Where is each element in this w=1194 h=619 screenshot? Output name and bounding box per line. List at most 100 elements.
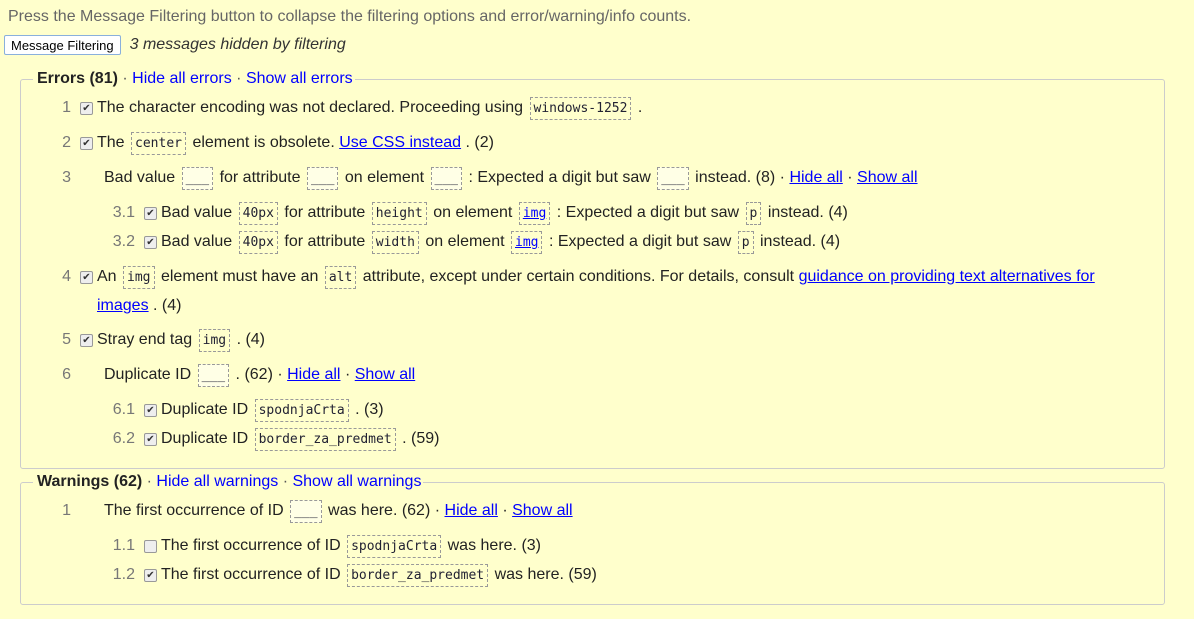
message-link[interactable]: Use CSS instead	[339, 134, 461, 151]
message-row: 1 ✔ The character encoding was not declare…	[21, 94, 1164, 123]
message-text: The first occurrence of ID	[104, 502, 284, 519]
message-text: . (4)	[236, 331, 266, 348]
message-number: 6.1	[112, 401, 135, 418]
element-link[interactable]: img	[523, 206, 546, 221]
placeholder-token: ___	[181, 167, 214, 190]
message-number: 1	[62, 502, 71, 519]
message-row: 1.1 The first occurrence of ID spodnjaCrt…	[21, 532, 1164, 561]
message-text: ·	[847, 169, 853, 186]
message-text: .	[637, 99, 643, 116]
placeholder-token: ___	[197, 364, 230, 387]
message-text: for attribute	[284, 204, 366, 221]
message-link[interactable]: Show all	[512, 502, 572, 519]
message-content: The first occurrence of ID border_za_pre…	[161, 561, 1164, 590]
code-token: border_za_predmet	[347, 564, 489, 587]
message-text: Bad value	[161, 204, 233, 221]
checkbox[interactable]: ✔	[144, 404, 157, 417]
message-text: Duplicate ID	[161, 401, 249, 418]
message-content: The first occurrence of ID ___ was here.…	[104, 497, 1164, 526]
message-text: on element	[433, 204, 513, 221]
message-text: Bad value	[161, 233, 233, 250]
message-content: Duplicate ID spodnjaCrta . (3)	[161, 396, 1164, 425]
message-link[interactable]: Hide all	[445, 502, 498, 519]
message-filtering-button[interactable]: Message Filtering	[4, 35, 121, 55]
show-all-errors-link[interactable]: Show all errors	[246, 70, 353, 87]
message-number: 5	[62, 331, 71, 348]
checkbox-spacer	[71, 497, 104, 526]
message-content: Stray end tag img . (4)	[97, 326, 1164, 355]
separator: ·	[117, 70, 133, 87]
message-text: instead. (8) ·	[695, 169, 785, 186]
message-number: 4	[62, 268, 71, 285]
checkbox[interactable]: ✔	[144, 433, 157, 446]
checkbox[interactable]: ✔	[144, 207, 157, 220]
code-token: p	[737, 231, 754, 254]
message-row: 6.2 ✔ Duplicate ID border_za_predmet . (59…	[21, 425, 1164, 454]
message-row: 3 Bad value ___ for attribute ___ on elem…	[21, 164, 1164, 193]
message-text: The first occurrence of ID	[161, 566, 341, 583]
hide-all-errors-link[interactable]: Hide all errors	[132, 70, 232, 87]
message-text: . (59)	[402, 430, 440, 447]
message-number: 3.2	[112, 233, 135, 250]
code-token: 40px	[238, 231, 278, 254]
show-all-warnings-link[interactable]: Show all warnings	[292, 473, 421, 490]
message-number: 1.2	[112, 566, 135, 583]
errors-group: Errors (81) · Hide all errors · Show all…	[20, 70, 1165, 469]
separator: ·	[142, 473, 157, 490]
message-text: ·	[502, 502, 508, 519]
message-text: : Expected a digit but saw	[468, 169, 651, 186]
hide-all-warnings-link[interactable]: Hide all warnings	[156, 473, 278, 490]
sub-messages: 1.1 The first occurrence of ID spodnjaCrt…	[21, 532, 1164, 590]
message-content: Duplicate ID border_za_predmet . (59)	[161, 425, 1164, 454]
message-text: on element	[344, 169, 425, 186]
checkmark-icon: ✔	[146, 405, 155, 416]
filtering-instructions: Press the Message Filtering button to co…	[8, 8, 692, 25]
message-row: 5 ✔ Stray end tag img . (4)	[21, 326, 1164, 355]
message-text: The character encoding was not declared.…	[97, 99, 524, 116]
message-row: 6 Duplicate ID ___ . (62) · Hide all · Sh…	[21, 361, 1164, 390]
sub-messages: 3.1 ✔ Bad value 40px for attribute height …	[21, 199, 1164, 257]
message-content: The center element is obsolete. Use CSS …	[97, 129, 1164, 158]
code-token: spodnjaCrta	[347, 535, 442, 558]
message-link[interactable]: Hide all	[287, 366, 340, 383]
message-row: 2 ✔ The center element is obsolete. Use CS…	[21, 129, 1164, 158]
checkmark-icon: ✔	[146, 434, 155, 445]
message-content: Bad value 40px for attribute height on e…	[161, 199, 1164, 228]
checkbox[interactable]: ✔	[144, 569, 157, 582]
code-token: p	[745, 202, 762, 225]
message-text: Duplicate ID	[161, 430, 249, 447]
checkbox[interactable]: ✔	[80, 271, 93, 284]
checkmark-icon: ✔	[146, 570, 155, 581]
message-text: . (4)	[153, 297, 182, 314]
checkbox[interactable]: ✔	[144, 236, 157, 249]
message-content: The character encoding was not declared.…	[97, 94, 1164, 123]
message-content: Bad value ___ for attribute ___ on eleme…	[104, 164, 1164, 193]
filter-bar: Message Filtering 3 messages hidden by f…	[4, 35, 346, 55]
code-token: windows-1252	[529, 97, 632, 120]
code-token: width	[371, 231, 419, 254]
message-text: was here. (3)	[447, 537, 541, 554]
message-text: ·	[344, 366, 351, 383]
message-number: 3	[62, 169, 71, 186]
message-link[interactable]: Show all	[857, 169, 917, 186]
code-token: spodnjaCrta	[254, 399, 349, 422]
message-number: 6	[62, 366, 71, 383]
placeholder-token: ___	[657, 167, 689, 190]
checkbox[interactable]	[144, 540, 157, 553]
message-number: 3.1	[112, 204, 135, 221]
message-row: 6.1 ✔ Duplicate ID spodnjaCrta . (3)	[21, 396, 1164, 425]
message-content: An img element must have an alt attribut…	[97, 263, 1164, 320]
checkbox[interactable]: ✔	[80, 102, 93, 115]
message-link[interactable]: Show all	[355, 366, 415, 383]
checkbox[interactable]: ✔	[80, 334, 93, 347]
code-token: img	[198, 329, 231, 352]
separator: ·	[231, 70, 246, 87]
message-text: was here. (59)	[494, 566, 597, 583]
message-text: element must have an	[160, 268, 319, 285]
checkbox[interactable]: ✔	[80, 137, 93, 150]
placeholder-token: ___	[306, 167, 339, 190]
message-row: 1.2 ✔ The first occurrence of ID border_za…	[21, 561, 1164, 590]
code-token: border_za_predmet	[254, 428, 396, 451]
message-link[interactable]: Hide all	[789, 169, 842, 186]
element-link[interactable]: img	[515, 235, 538, 250]
